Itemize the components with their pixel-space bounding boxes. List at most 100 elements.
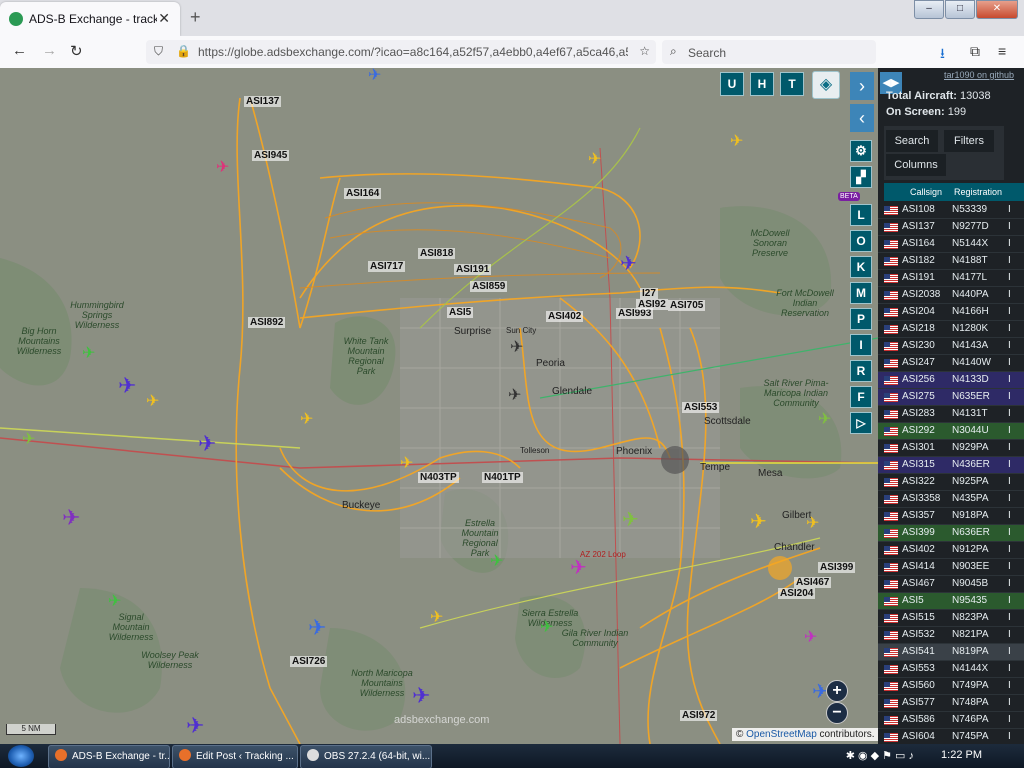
aircraft-label[interactable]: ASI467 (794, 577, 832, 588)
tab-close-icon[interactable]: ✕ (158, 10, 170, 27)
github-link[interactable]: tar1090 on github (944, 70, 1014, 80)
aircraft-icon[interactable]: ✈ (622, 510, 639, 530)
chevron-left-icon[interactable]: ‹ (850, 104, 874, 132)
settings-gear-icon[interactable]: ⚙ (850, 140, 872, 162)
aircraft-icon[interactable]: ✈ (368, 68, 381, 84)
table-row[interactable]: ASI2038 N440PA I (878, 287, 1024, 304)
layers-icon[interactable]: ◈ (812, 71, 840, 99)
aircraft-icon[interactable]: ✈ (508, 388, 521, 404)
table-row[interactable]: ASI191 N4177L I (878, 270, 1024, 287)
table-row[interactable]: ASI322 N925PA I (878, 474, 1024, 491)
maximize-button[interactable]: □ (945, 0, 975, 19)
aircraft-label[interactable]: ASI726 (290, 656, 328, 667)
table-row[interactable]: ASI586 N746PA I (878, 712, 1024, 729)
filters-button[interactable]: Filters (944, 130, 994, 152)
aircraft-icon[interactable]: ✈ (570, 558, 587, 578)
system-tray-icons[interactable]: ✱ ◉ ◆ ⚑ ▭ ♪ (846, 749, 914, 762)
key-l[interactable]: L (850, 204, 872, 226)
table-row[interactable]: ASI247 N4140W I (878, 355, 1024, 372)
aircraft-icon[interactable]: ✈ (818, 412, 831, 428)
table-row[interactable]: ASI541 N819PA I (878, 644, 1024, 661)
back-arrow-icon[interactable]: ← (12, 42, 27, 59)
aircraft-icon[interactable]: ✈ (300, 412, 313, 428)
table-row[interactable]: ASI532 N821PA I (878, 627, 1024, 644)
aircraft-icon[interactable]: ✈ (510, 340, 523, 356)
aircraft-label[interactable]: ASI717 (368, 261, 406, 272)
table-row[interactable]: ASI137 N9277D I (878, 219, 1024, 236)
aircraft-icon[interactable]: ✈ (588, 152, 601, 168)
aircraft-icon[interactable]: ✈ (430, 610, 443, 626)
key-f[interactable]: F (850, 386, 872, 408)
aircraft-icon[interactable]: ✈ (806, 516, 819, 532)
aircraft-icon[interactable]: ✈ (82, 346, 95, 362)
aircraft-label[interactable]: ASI92 (636, 299, 668, 310)
reload-icon[interactable]: ↻ (70, 42, 83, 60)
aircraft-label[interactable]: ASI204 (778, 588, 816, 599)
key-o[interactable]: O (850, 230, 872, 252)
table-row[interactable]: ASI283 N4131T I (878, 406, 1024, 423)
table-row[interactable]: ASI218 N1280K I (878, 321, 1024, 338)
aircraft-icon[interactable]: ✈ (750, 512, 767, 532)
osm-link[interactable]: OpenStreetMap (746, 729, 817, 740)
table-row[interactable]: ASI301 N929PA I (878, 440, 1024, 457)
aircraft-icon[interactable]: ✈ (412, 685, 430, 707)
table-row[interactable]: ASI560 N749PA I (878, 678, 1024, 695)
aircraft-label[interactable]: ASI972 (680, 710, 718, 721)
new-tab-button[interactable]: + (190, 7, 201, 28)
table-row[interactable]: ASI357 N918PA I (878, 508, 1024, 525)
table-row[interactable]: ASI182 N4188T I (878, 253, 1024, 270)
aircraft-label[interactable]: ASI818 (418, 248, 456, 259)
registration-header[interactable]: Registration (954, 187, 1002, 197)
table-row[interactable]: ASI3358 N435PA I (878, 491, 1024, 508)
table-row[interactable]: ASI467 N9045B I (878, 576, 1024, 593)
table-row[interactable]: ASI292 N3044U I (878, 423, 1024, 440)
url-bar[interactable]: ⛉ 🔒 https://globe.adsbexchange.com/?icao… (146, 40, 656, 64)
table-row[interactable]: ASI315 N436ER I (878, 457, 1024, 474)
aircraft-label[interactable]: ASI164 (344, 188, 382, 199)
aircraft-label[interactable]: N401TP (482, 472, 523, 483)
columns-button[interactable]: Columns (886, 154, 946, 176)
minimize-button[interactable]: – (914, 0, 944, 19)
key-m[interactable]: M (850, 282, 872, 304)
aircraft-label[interactable]: ASI945 (252, 150, 290, 161)
aircraft-label[interactable]: ASI402 (546, 311, 584, 322)
search-button[interactable]: Search (886, 130, 938, 152)
table-row[interactable]: ASI399 N636ER I (878, 525, 1024, 542)
taskbar-item-firefox[interactable]: ADS-B Exchange - tr... (48, 745, 170, 768)
chevron-right-icon[interactable]: › (850, 72, 874, 100)
forward-arrow-icon[interactable]: → (42, 42, 57, 59)
key-k[interactable]: K (850, 256, 872, 278)
callsign-header[interactable]: Callsign (910, 187, 942, 197)
aircraft-icon[interactable]: ✈ (146, 394, 159, 410)
aircraft-label[interactable]: I27 (640, 288, 658, 299)
url-text[interactable]: https://globe.adsbexchange.com/?icao=a8c… (198, 45, 628, 59)
aircraft-label[interactable]: ASI705 (668, 300, 706, 311)
search-input[interactable]: ⌕ Search (662, 40, 876, 64)
table-row[interactable]: ASI5 N95435 I (878, 593, 1024, 610)
lock-icon[interactable]: 🔒 (176, 44, 191, 58)
aircraft-icon[interactable]: ✈ (540, 620, 553, 636)
tracking-protection-icon[interactable]: ⛉ (154, 44, 163, 59)
table-row[interactable]: ASI164 N5144X I (878, 236, 1024, 253)
menu-icon[interactable]: ≡ (998, 43, 1006, 59)
aircraft-icon[interactable]: ✈ (400, 456, 413, 472)
aircraft-icon[interactable]: ✈ (186, 715, 204, 737)
button-h[interactable]: H (750, 72, 774, 96)
aircraft-label[interactable]: ASI5 (447, 307, 474, 318)
aircraft-icon[interactable]: ✈ (216, 160, 229, 176)
map-view[interactable]: Hummingbird Springs Wilderness Big Horn … (0, 68, 878, 744)
aircraft-icon[interactable]: ✈ (118, 375, 136, 397)
zoom-out-button[interactable]: − (826, 702, 848, 724)
aircraft-icon[interactable]: ✈ (198, 433, 216, 455)
close-window-button[interactable]: ✕ (976, 0, 1018, 19)
heatmap-icon[interactable]: ▞ (850, 166, 872, 188)
key-r[interactable]: R (850, 360, 872, 382)
aircraft-icon[interactable]: ✈ (804, 630, 817, 646)
aircraft-label[interactable]: ASI191 (454, 264, 492, 275)
taskbar-item-obs[interactable]: OBS 27.2.4 (64-bit, wi... (300, 745, 432, 768)
aircraft-label[interactable]: ASI137 (244, 96, 282, 107)
button-t[interactable]: T (780, 72, 804, 96)
taskbar-item-edit-post[interactable]: Edit Post ‹ Tracking ... (172, 745, 298, 768)
extensions-icon[interactable]: ⧉ (970, 43, 980, 60)
aircraft-icon[interactable]: ✈ (62, 507, 80, 529)
